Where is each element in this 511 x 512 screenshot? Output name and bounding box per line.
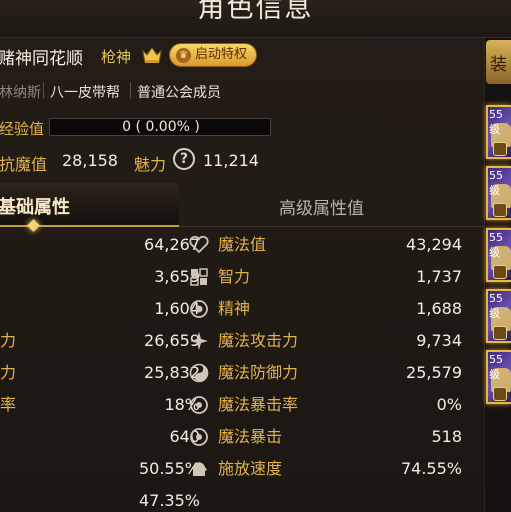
card-level: 55级 — [489, 169, 503, 197]
card-level: 55级 — [489, 353, 503, 381]
lock-icon — [493, 326, 507, 340]
spirit-icon — [190, 300, 208, 318]
heart-icon — [189, 235, 209, 254]
right-attr-value: 43,294 — [406, 235, 462, 254]
intelligence-icon — [190, 268, 208, 286]
card-level: 55级 — [489, 292, 503, 320]
guild-tag[interactable]: 八一皮带帮 — [50, 82, 120, 102]
title-bar: 角色信息 — [0, 0, 511, 38]
right-attr-label: 魔法暴击率 — [218, 395, 299, 414]
right-attr-label: 魔法防御力 — [218, 363, 299, 382]
equipment-tab[interactable]: 装 — [486, 40, 511, 84]
equipment-tab-label: 装 — [490, 55, 507, 75]
right-attr-label: 魔法攻击力 — [218, 331, 299, 350]
magic-defense-icon — [189, 363, 209, 383]
left-attr-label: 力 — [0, 331, 17, 350]
right-attr-label: 施放速度 — [218, 459, 283, 478]
left-attr-label: 力 — [0, 363, 17, 382]
left-attr-value: 47.35% — [138, 491, 200, 510]
start-privilege-label: 启动特权 — [195, 47, 248, 62]
guild-role-tag: 普通公会成员 — [137, 85, 221, 101]
equipment-card[interactable]: 55级 — [486, 350, 511, 404]
exp-bar: 0 ( 0.00% ) — [49, 118, 271, 136]
card-level: 55级 — [489, 108, 503, 136]
divider — [43, 82, 44, 99]
tab-basic-attributes[interactable]: 基础属性 — [0, 183, 179, 227]
right-attr-label: 魔法值 — [218, 235, 267, 254]
equipment-card[interactable]: 55级 — [486, 105, 511, 159]
lock-icon — [493, 265, 507, 279]
anti-magic-value: 28,158 — [62, 151, 118, 170]
right-attr-value: 1,688 — [416, 299, 462, 318]
charm-label: 魅力 — [134, 155, 167, 174]
equipment-card[interactable]: 55级 — [486, 228, 511, 282]
right-attr-label: 魔法暴击 — [218, 427, 283, 446]
equipment-card[interactable]: 55级 — [486, 289, 511, 343]
right-attr-label: 精神 — [218, 299, 251, 318]
server-tag: 林纳斯 — [0, 85, 41, 101]
character-job: 枪神 — [101, 48, 132, 66]
left-attr-label: 率 — [0, 395, 17, 414]
character-name: 赌神同花顺 — [0, 49, 83, 69]
lock-icon — [493, 203, 507, 217]
exp-label: 经验值 — [0, 120, 45, 138]
tab-basic-label: 基础属性 — [0, 197, 70, 218]
crit-icon — [190, 428, 208, 446]
crit-rate-icon — [190, 396, 208, 414]
card-level: 55级 — [489, 231, 503, 259]
cast-speed-icon — [192, 462, 207, 476]
right-attr-label: 智力 — [218, 267, 251, 286]
lock-icon — [493, 142, 507, 156]
start-privilege-button[interactable]: ♛ 启动特权 — [169, 43, 257, 67]
right-attr-value: 1,737 — [416, 267, 462, 286]
crown-icon — [142, 47, 162, 63]
help-icon[interactable]: ? — [173, 148, 195, 170]
privilege-icon: ♛ — [176, 48, 191, 63]
right-attr-value: 0% — [436, 395, 462, 414]
charm-value: 11,214 — [203, 151, 259, 170]
exp-value: 0 ( 0.00% ) — [122, 119, 200, 135]
divider — [130, 82, 131, 99]
right-attr-value: 74.55% — [400, 459, 462, 478]
lock-icon — [493, 387, 507, 401]
window-title: 角色信息 — [197, 0, 314, 24]
equipment-card[interactable]: 55级 — [486, 166, 511, 220]
tab-advanced-attributes[interactable]: 高级属性值 — [179, 183, 484, 227]
right-attr-value: 518 — [431, 427, 462, 446]
tab-advanced-label: 高级属性值 — [279, 199, 364, 219]
magic-attack-icon — [190, 332, 208, 350]
right-attr-value: 25,579 — [406, 363, 462, 382]
anti-magic-label: 抗魔值 — [0, 155, 48, 174]
right-attr-value: 9,734 — [416, 331, 462, 350]
